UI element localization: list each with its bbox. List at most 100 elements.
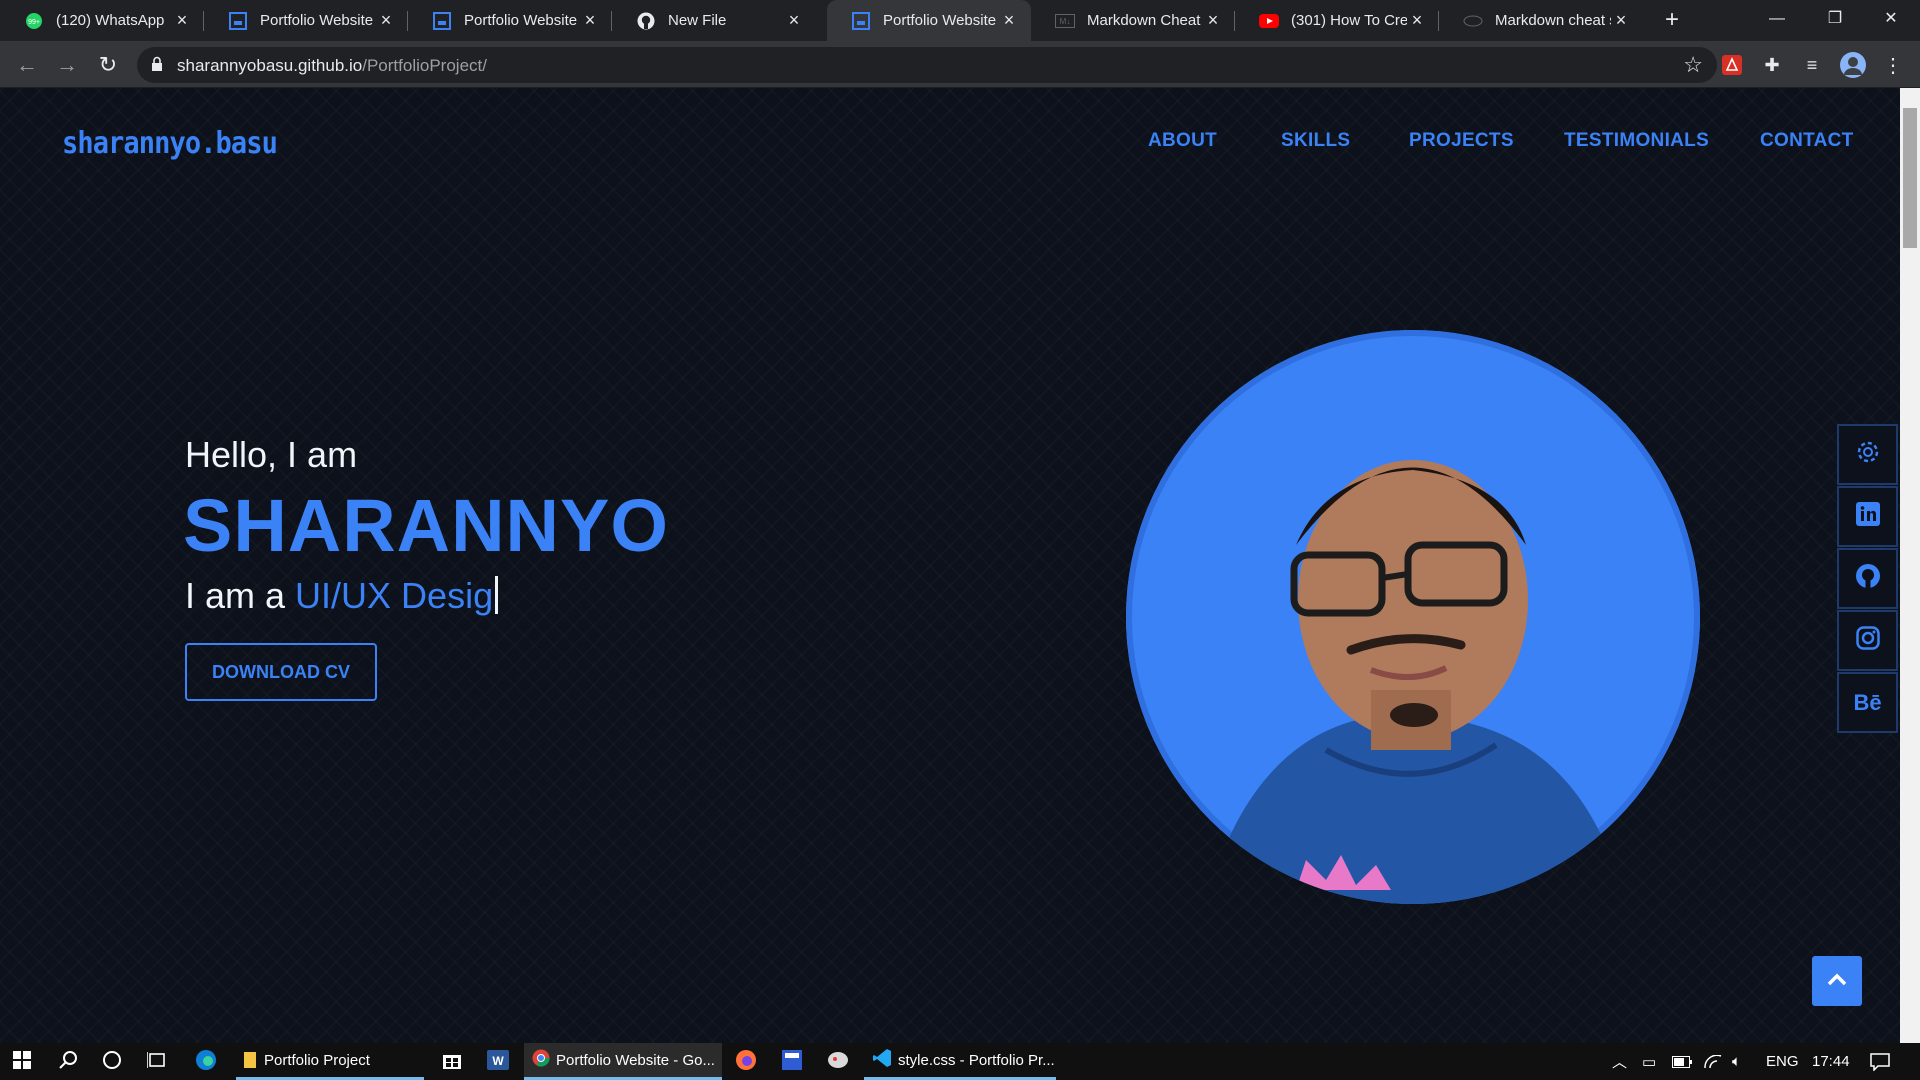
volume-icon[interactable]: 🔈︎ xyxy=(1732,1043,1741,1080)
tab-new-file[interactable]: New File × xyxy=(612,0,816,41)
tab-title: New File xyxy=(668,12,727,29)
app-button-ninja[interactable] xyxy=(818,1043,858,1080)
cortana-button[interactable] xyxy=(92,1043,132,1080)
close-icon[interactable]: × xyxy=(1407,10,1427,31)
chrome-menu-icon[interactable]: ⋮ xyxy=(1880,52,1906,78)
extensions-puzzle-icon[interactable]: ✚ xyxy=(1759,52,1785,78)
app-button-blue[interactable] xyxy=(772,1043,812,1080)
restore-button[interactable]: ❐ xyxy=(1806,0,1864,41)
back-button[interactable]: ← xyxy=(12,50,42,80)
linkedin-link[interactable] xyxy=(1837,486,1898,547)
new-tab-button[interactable]: + xyxy=(1658,6,1686,34)
nav-projects[interactable]: PROJECTS xyxy=(1409,130,1514,152)
whatsapp-icon: 99+ xyxy=(24,11,44,31)
taskbar-app-chrome[interactable]: Portfolio Website - Go... xyxy=(524,1043,722,1080)
tab-youtube[interactable]: (301) How To Crea × xyxy=(1235,0,1439,41)
close-icon[interactable]: × xyxy=(580,10,600,31)
url-host: sharannyobasu.github.io xyxy=(177,56,363,75)
tab-title: (120) WhatsApp xyxy=(56,12,165,29)
close-window-button[interactable]: ✕ xyxy=(1862,0,1920,41)
github-link[interactable] xyxy=(1837,548,1898,609)
tab-strip: 99+ (120) WhatsApp × Portfolio Website ×… xyxy=(0,0,1920,41)
instagram-link[interactable] xyxy=(1837,610,1898,671)
tray-meet-icon[interactable]: ▭ xyxy=(1642,1043,1656,1080)
nav-contact[interactable]: CONTACT xyxy=(1760,130,1854,152)
profile-photo xyxy=(1126,330,1700,904)
notifications-icon[interactable] xyxy=(1870,1043,1890,1080)
close-icon[interactable]: × xyxy=(999,10,1019,31)
search-button[interactable] xyxy=(48,1043,88,1080)
acrobat-extension-icon[interactable] xyxy=(1719,52,1745,78)
nav-about[interactable]: ABOUT xyxy=(1148,130,1217,152)
chevron-up-icon xyxy=(1826,972,1848,991)
forward-button[interactable]: → xyxy=(52,50,82,80)
markdown-icon: M↓ xyxy=(1055,11,1075,31)
hero-greeting: Hello, I am xyxy=(185,434,358,475)
site-logo[interactable]: sharannyo.basu xyxy=(62,126,278,161)
download-cv-button[interactable]: DOWNLOAD CV xyxy=(185,643,377,701)
media-control-icon[interactable]: ≡ xyxy=(1799,52,1825,78)
svg-text:W: W xyxy=(492,1054,504,1068)
edge-button[interactable] xyxy=(186,1043,226,1080)
close-icon[interactable]: × xyxy=(1203,10,1223,31)
close-icon[interactable]: × xyxy=(784,10,804,31)
store-button[interactable] xyxy=(432,1043,472,1080)
paint-app-icon xyxy=(827,1050,849,1074)
close-icon[interactable]: × xyxy=(172,10,192,31)
taskbar-app-vscode[interactable]: style.css - Portfolio Pr... xyxy=(864,1043,1056,1080)
minimize-button[interactable]: — xyxy=(1748,0,1806,41)
task-view-icon xyxy=(146,1051,167,1073)
tray-chevron-icon[interactable]: ︿ xyxy=(1612,1043,1627,1080)
profile-avatar[interactable] xyxy=(1840,52,1866,78)
battery-icon[interactable] xyxy=(1672,1043,1692,1080)
portfolio-favicon xyxy=(432,11,452,31)
language-indicator[interactable]: ENG xyxy=(1766,1043,1799,1080)
nav-skills[interactable]: SKILLS xyxy=(1281,130,1350,152)
settings-button[interactable] xyxy=(1837,424,1898,485)
nav-testimonials[interactable]: TESTIMONIALS xyxy=(1564,130,1709,152)
wifi-icon[interactable] xyxy=(1704,1043,1722,1080)
calculator-app-icon xyxy=(782,1049,802,1074)
taskbar-app-label: style.css - Portfolio Pr... xyxy=(898,1051,1055,1069)
svg-text:99+: 99+ xyxy=(28,19,40,26)
cortana-icon xyxy=(102,1050,122,1074)
tab-portfolio-active[interactable]: Portfolio Website × xyxy=(827,0,1031,41)
tab-portfolio-1[interactable]: Portfolio Website × xyxy=(204,0,408,41)
close-icon[interactable]: × xyxy=(376,10,396,31)
address-bar[interactable]: sharannyobasu.github.io/PortfolioProject… xyxy=(137,47,1717,83)
folder-icon xyxy=(244,1052,256,1068)
reload-button[interactable]: ↻ xyxy=(93,50,123,80)
scroll-to-top-button[interactable] xyxy=(1812,956,1862,1006)
taskbar-app-label: Portfolio Website - Go... xyxy=(556,1051,715,1069)
hero-name: SHARANNYO xyxy=(183,484,669,567)
portfolio-favicon xyxy=(228,11,248,31)
tab-portfolio-2[interactable]: Portfolio Website × xyxy=(408,0,612,41)
clock[interactable]: 17:44 xyxy=(1812,1043,1850,1080)
task-view-button[interactable] xyxy=(137,1043,177,1080)
firefox-button[interactable] xyxy=(726,1043,766,1080)
svg-text:M↓: M↓ xyxy=(1060,17,1071,26)
browser-toolbar: ← → ↻ sharannyobasu.github.io/PortfolioP… xyxy=(0,41,1920,88)
tab-title: Markdown Cheat S xyxy=(1087,12,1203,29)
youtube-icon xyxy=(1259,11,1279,31)
taskbar-app-explorer[interactable]: Portfolio Project xyxy=(236,1043,424,1080)
markdown-icon xyxy=(1463,11,1483,31)
tab-markdown-2[interactable]: Markdown cheat s × xyxy=(1439,0,1643,41)
page-scrollbar[interactable] xyxy=(1900,88,1920,1043)
word-button[interactable]: W xyxy=(478,1043,518,1080)
taskbar-app-label: Portfolio Project xyxy=(264,1051,370,1069)
behance-link[interactable]: Bē xyxy=(1837,672,1898,733)
tab-markdown-1[interactable]: M↓ Markdown Cheat S × xyxy=(1031,0,1235,41)
windows-icon xyxy=(13,1050,31,1073)
role-typed: UI/UX Desig xyxy=(295,575,494,616)
tab-whatsapp[interactable]: 99+ (120) WhatsApp × xyxy=(0,0,204,41)
linkedin-icon xyxy=(1855,502,1880,531)
lock-icon xyxy=(151,56,163,77)
scrollbar-thumb[interactable] xyxy=(1903,108,1917,248)
close-icon[interactable]: × xyxy=(1611,10,1631,31)
tab-title: Portfolio Website xyxy=(464,12,578,29)
bookmark-star-icon[interactable]: ☆ xyxy=(1683,52,1703,78)
url-path: /PortfolioProject/ xyxy=(362,56,487,75)
start-button[interactable] xyxy=(0,1043,44,1080)
edge-icon xyxy=(195,1049,217,1075)
